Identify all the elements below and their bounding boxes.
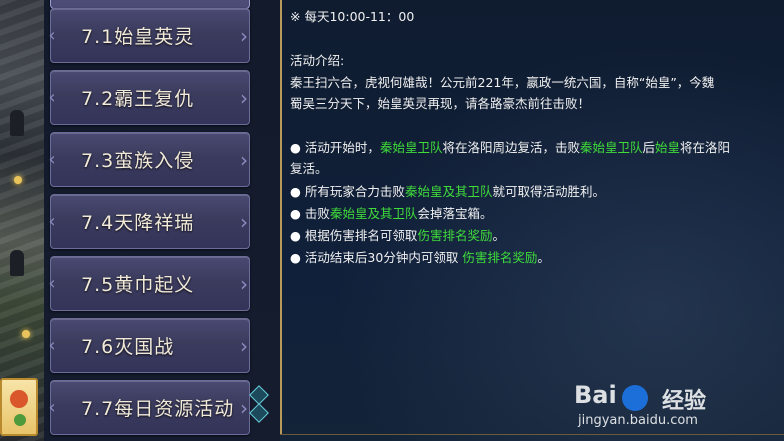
lantern-icon xyxy=(22,330,30,338)
bullet-icon: ● xyxy=(290,228,301,243)
soldier-figure xyxy=(10,250,24,276)
rule-2: ● 所有玩家合力击败秦始皇及其卫队就可取得活动胜利。 xyxy=(290,184,605,199)
chevron-left-icon: ‹ xyxy=(48,335,56,356)
game-scene-background xyxy=(0,0,44,441)
rule-4: ● 根据伤害排名可领取伤害排名奖励。 xyxy=(290,228,505,243)
lantern-icon xyxy=(14,176,22,184)
bullet-icon: ● xyxy=(290,140,301,155)
menu-item-label: 7.6灭国战 xyxy=(81,336,175,358)
bullet-icon: ● xyxy=(290,250,301,265)
menu-item-label: 7.1始皇英灵 xyxy=(81,26,195,48)
watermark-brand: Bai xyxy=(574,381,617,409)
chevron-right-icon: › xyxy=(240,147,248,172)
chevron-right-icon: › xyxy=(240,333,248,358)
baidu-jingyan-watermark: Bai 经验 jingyan.baidu.com xyxy=(574,381,744,431)
menu-item-label: 7.3蛮族入侵 xyxy=(81,150,195,172)
intro-line-2: 蜀吴三分天下，始皇英灵再现，请各路豪杰前往击败！ xyxy=(290,96,591,111)
chevron-right-icon: › xyxy=(240,395,248,420)
menu-item-7-3[interactable]: ‹ 7.3蛮族入侵 › xyxy=(48,132,250,187)
menu-item-label: 7.4天降祥瑞 xyxy=(81,212,195,234)
menu-item-7-2[interactable]: ‹ 7.2霸王复仇 › xyxy=(48,70,250,125)
chevron-left-icon: ‹ xyxy=(48,397,56,418)
chevron-right-icon: › xyxy=(240,209,248,234)
intro-title: 活动介绍: xyxy=(290,53,345,68)
chevron-left-icon: ‹ xyxy=(48,87,56,108)
event-scroll-icon[interactable] xyxy=(0,378,38,436)
chevron-left-icon: ‹ xyxy=(48,273,56,294)
menu-item-7-6[interactable]: ‹ 7.6灭国战 › xyxy=(48,318,250,373)
scroll-seal-icon xyxy=(10,390,28,408)
bullet-icon: ● xyxy=(290,206,301,221)
chevron-right-icon: › xyxy=(240,23,248,48)
intro-line-1: 秦王扫六合，虎视何雄哉！公元前221年，嬴政一统六国，自称“始皇”，今魏 xyxy=(290,75,715,90)
menu-item-label: 7.2霸王复仇 xyxy=(81,88,195,110)
rule-5: ● 活动结束后30分钟内可领取 伤害排名奖励。 xyxy=(290,250,550,265)
panel-border xyxy=(280,0,282,435)
scroll-leaf-icon xyxy=(14,414,26,426)
panel-border-bottom xyxy=(280,434,784,435)
event-info-panel: ※ 每天10:00-11：00 活动介绍: 秦王扫六合，虎视何雄哉！公元前221… xyxy=(280,0,784,441)
menu-item-7-1[interactable]: ‹ 7.1始皇英灵 › xyxy=(48,8,250,63)
menu-item-7-4[interactable]: ‹ 7.4天降祥瑞 › xyxy=(48,194,250,249)
chevron-left-icon: ‹ xyxy=(48,149,56,170)
rule-1-continued: 复活。 xyxy=(290,161,328,176)
menu-item-label: 7.5黄巾起义 xyxy=(81,274,195,296)
chevron-left-icon: ‹ xyxy=(48,25,56,46)
rule-3: ● 击败秦始皇及其卫队会掉落宝箱。 xyxy=(290,206,493,221)
menu-item-label: 7.7每日资源活动 xyxy=(81,398,235,420)
soldier-figure xyxy=(10,110,24,136)
watermark-url: jingyan.baidu.com xyxy=(578,413,698,428)
baidu-paw-icon xyxy=(622,385,648,411)
menu-item-7-7[interactable]: ‹ 7.7每日资源活动 › xyxy=(48,380,250,435)
chevron-right-icon: › xyxy=(240,85,248,110)
event-menu: ‹ 7.1始皇英灵 › ‹ 7.2霸王复仇 › ‹ 7.3蛮族入侵 › ‹ 7.… xyxy=(44,0,280,441)
bullet-icon: ● xyxy=(290,184,301,199)
rule-1: ● 活动开始时，秦始皇卫队将在洛阳周边复活，击败秦始皇卫队后始皇将在洛阳 xyxy=(290,140,731,155)
chevron-right-icon: › xyxy=(240,271,248,296)
chevron-left-icon: ‹ xyxy=(48,211,56,232)
watermark-brand-2: 经验 xyxy=(662,389,707,414)
event-time: ※ 每天10:00-11：00 xyxy=(290,9,415,24)
menu-item-7-5[interactable]: ‹ 7.5黄巾起义 › xyxy=(48,256,250,311)
